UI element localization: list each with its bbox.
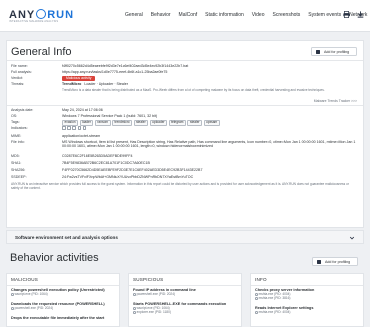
malicious-heading: MALICIOUS (11, 277, 39, 282)
tag[interactable]: ransom (94, 120, 111, 126)
indicator-icons (62, 126, 357, 130)
verdict-badge: Malicious activity (62, 76, 96, 81)
suspicious-heading: SUSPICIOUS (133, 277, 164, 282)
behavior-item[interactable]: Starts POWERSHELL.EXE for commands execu… (133, 302, 239, 314)
nav-behavior[interactable]: Behavior (151, 12, 171, 18)
logo-circle-icon (36, 9, 47, 19)
add-for-profiling-button[interactable]: Add for profiling (311, 47, 357, 56)
tag-list: evasion loader ransom trendmicro stealer uplo… (62, 120, 357, 126)
tag[interactable]: trendmicro (112, 120, 133, 126)
nav-screenshots[interactable]: Screenshots (273, 12, 301, 18)
malware-trends-link[interactable]: Malware Trends Tracker >>> (314, 99, 357, 103)
tag[interactable]: upxsam (203, 120, 220, 126)
info-heading: INFO (255, 277, 267, 282)
logo-tagline: INTERACTIVE MALWARE ANALYSIS (9, 20, 59, 23)
executable-indicator-icon (62, 126, 66, 130)
ssdeep-value: 24:Fw2vsTVFxlFXnpWbAf+GMNiuXYUUvxPbbDZNW… (62, 175, 194, 179)
sha1-value: 7B4F5E9836AB72B6C2EC81A701F1C0DC7A60EC1B (62, 161, 150, 165)
behavior-item[interactable]: Drops the executable file immediately af… (11, 316, 117, 320)
divider (7, 285, 119, 286)
tag[interactable]: loader (79, 120, 94, 126)
nav-system-events[interactable]: System events (308, 12, 341, 18)
top-bar: ANY RUN INTERACTIVE MALWARE ANALYSIS Gene… (0, 0, 370, 32)
main-nav: General Behavior MalConf Static informat… (125, 12, 370, 18)
network-indicator-icon (67, 126, 71, 130)
info-column: INFO Checks proxy server information msh… (250, 273, 364, 327)
general-info-title: General Info (11, 46, 72, 58)
process-icon (11, 307, 14, 310)
disclaimer-note: ANY.RUN is an interactive service which … (11, 182, 349, 190)
registry-indicator-icon (77, 126, 82, 130)
divider (251, 285, 363, 286)
tag[interactable]: stealer (187, 120, 203, 126)
software-environment-title: Software environment set and analysis op… (15, 235, 118, 240)
full-analysis-link[interactable]: https://app.any.run/tasks/1d0e7775-eeef-… (62, 70, 357, 74)
download-icon[interactable] (357, 11, 364, 18)
nav-static-information[interactable]: Static information (205, 12, 244, 18)
behavior-item[interactable]: Checks proxy server information mshta.ex… (255, 288, 361, 300)
tag[interactable]: telegram (168, 120, 186, 126)
nav-general[interactable]: General (125, 12, 143, 18)
tag[interactable]: evasion (62, 120, 78, 126)
threat-types: Loader · Uploader · Stealer (84, 82, 128, 86)
analysis-date-value: May 24, 2024 at 17:06:06 (62, 108, 103, 112)
behavior-add-for-profiling-button[interactable]: Add for profiling (312, 257, 358, 266)
tag[interactable]: uploader (149, 120, 168, 126)
process-icon (133, 311, 136, 314)
divider (7, 60, 363, 61)
add-profile-icon (316, 50, 320, 54)
sha256-value: F4FF0270C5662D4D5EAEEBFE9F2D3E7E1C6EF402… (62, 168, 203, 172)
threat-description: TrendMicro is a data stealer that is bei… (62, 88, 325, 92)
behavior-activities-title: Behavior activities (10, 252, 99, 264)
add-profile-icon (317, 260, 321, 264)
md5-value: C0287E6C2F16E5B263D5ADEFBDE99FF4 (62, 154, 133, 158)
divider (129, 285, 241, 286)
process-indicator-icon (72, 126, 76, 130)
process-icon (11, 293, 14, 296)
behavior-item[interactable]: Changes powershell execution policy (Unr… (11, 288, 117, 296)
mime-value: application/octet-stream (62, 134, 101, 138)
general-info-panel: General Info Add for profiling File name… (6, 40, 364, 228)
malicious-column: MALICIOUS Changes powershell execution p… (6, 273, 120, 327)
behavior-item[interactable]: Downloads the requested resource (POWERS… (11, 302, 117, 310)
process-icon (255, 311, 258, 314)
software-environment-section[interactable]: Software environment set and analysis op… (6, 230, 364, 244)
tag[interactable]: stealer (133, 120, 149, 126)
print-icon[interactable] (343, 11, 350, 18)
threat-name[interactable]: TrendMicro (62, 82, 81, 86)
suspicious-column: SUSPICIOUS Found IP address in command l… (128, 273, 242, 327)
process-icon (133, 293, 136, 296)
chevron-down-icon (349, 236, 355, 240)
anyrun-logo[interactable]: ANY RUN INTERACTIVE MALWARE ANALYSIS (9, 8, 81, 25)
nav-malconf[interactable]: MalConf (179, 12, 198, 18)
file-name-value: f4ff0270c5662d4d5eaeebfe9f2d3e7e1c6ef402… (62, 64, 189, 68)
divider (7, 105, 363, 106)
behavior-item[interactable]: Reads Internet Explorer settings mshta.e… (255, 306, 361, 314)
file-info-value: MS Windows shortcut, Item id list presen… (62, 140, 356, 149)
behavior-item[interactable]: Found IP address in command line powersh… (133, 288, 239, 296)
process-icon (255, 297, 258, 300)
nav-video[interactable]: Video (252, 12, 265, 18)
os-value: Windows 7 Professional Service Pack 1 (b… (62, 114, 158, 118)
script-indicator-icon (82, 126, 87, 130)
